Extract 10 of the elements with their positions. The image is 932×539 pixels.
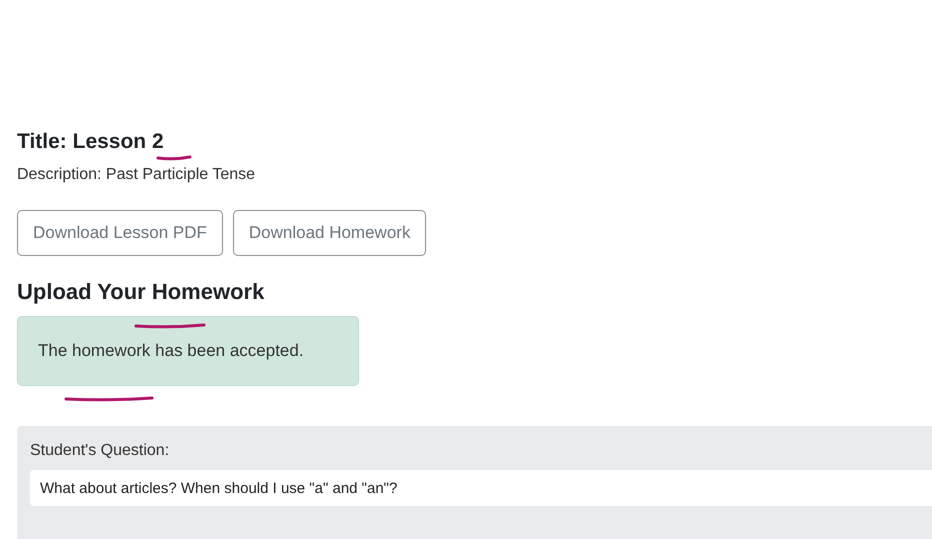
- underline-mark: [156, 155, 192, 161]
- success-alert: The homework has been accepted.: [17, 316, 359, 386]
- question-label: Student's Question:: [30, 442, 170, 460]
- lesson-description: Description: Past Participle Tense: [17, 166, 256, 184]
- section-heading: Upload Your Homework: [17, 278, 266, 306]
- lesson-title: Title: Lesson 2: [17, 129, 165, 155]
- underline-mark: [134, 323, 206, 329]
- download-button[interactable]: Download Lesson PDF: [17, 210, 223, 256]
- question-field[interactable]: What about articles? When should I use "a" and "an"?: [30, 470, 932, 506]
- download-button[interactable]: Download Homework: [232, 210, 426, 256]
